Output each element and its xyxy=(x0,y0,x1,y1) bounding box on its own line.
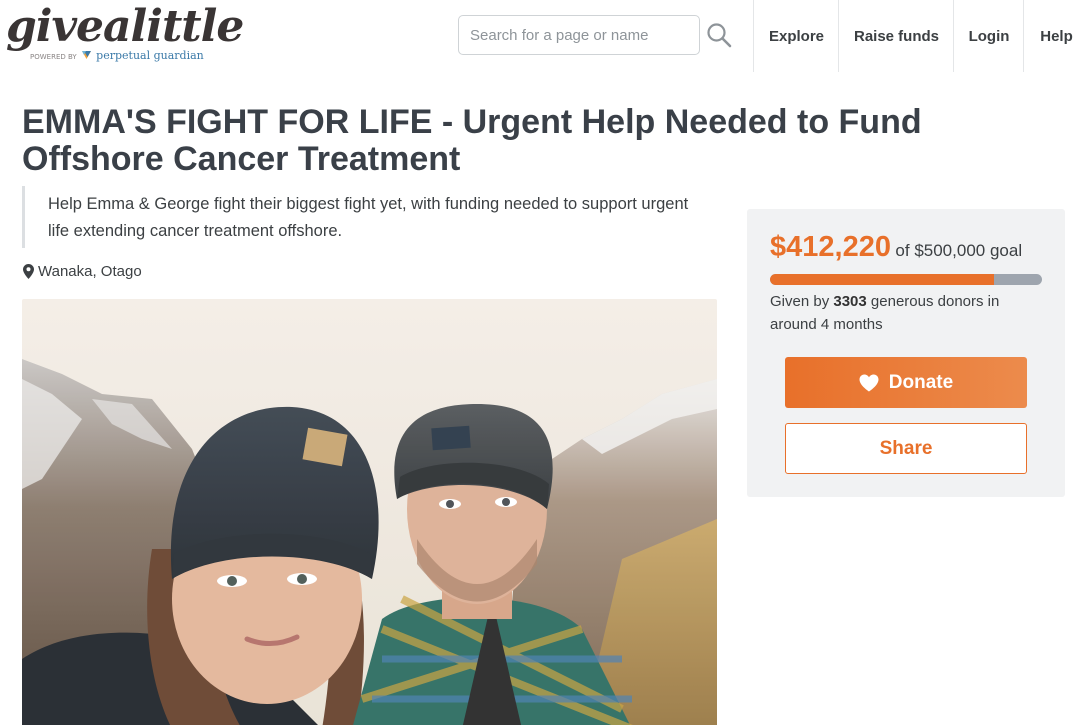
page-title: EMMA'S FIGHT FOR LIFE - Urgent Help Need… xyxy=(22,103,922,178)
donors-prefix: Given by xyxy=(770,293,830,310)
logo-wordmark: givealittle xyxy=(6,1,244,52)
progress-bar xyxy=(770,274,1042,285)
nav-help[interactable]: Help xyxy=(1023,0,1080,72)
nav-explore[interactable]: Explore xyxy=(753,0,839,72)
nav-login[interactable]: Login xyxy=(953,0,1024,72)
donation-panel: $412,220 of $500,000 goal Given by 3303 … xyxy=(747,209,1065,497)
donors-text: Given by 3303 generous donors in around … xyxy=(770,290,1040,336)
amount-raised: $412,220 xyxy=(770,231,891,263)
donate-label: Donate xyxy=(888,371,954,393)
goal-text: of $500,000 goal xyxy=(895,241,1023,260)
share-button[interactable]: Share xyxy=(785,423,1027,474)
location: Wanaka, Otago xyxy=(23,263,142,280)
map-pin-icon xyxy=(23,264,34,279)
search-icon[interactable] xyxy=(706,22,732,48)
partner-name: perpetual guardian xyxy=(96,49,204,62)
page-summary: Help Emma & George fight their biggest f… xyxy=(22,186,702,248)
donate-button[interactable]: Donate xyxy=(785,357,1027,408)
progress-fill xyxy=(770,274,995,285)
nav-raise-funds[interactable]: Raise funds xyxy=(838,0,954,72)
perpetual-guardian-icon xyxy=(81,51,91,59)
location-text: Wanaka, Otago xyxy=(38,263,142,280)
site-header: givealittle POWERED BY perpetual guardia… xyxy=(0,0,1080,72)
heart-icon xyxy=(859,374,879,391)
logo-powered-by: POWERED BY perpetual guardian xyxy=(30,50,204,63)
hero-photo xyxy=(22,299,717,725)
donor-count: 3303 xyxy=(833,293,867,310)
powered-by-text: POWERED BY xyxy=(30,53,77,61)
givealittle-logo[interactable]: givealittle POWERED BY perpetual guardia… xyxy=(6,2,244,68)
search-input[interactable] xyxy=(458,15,700,55)
amount-raised-line: $412,220 of $500,000 goal xyxy=(770,231,1022,264)
